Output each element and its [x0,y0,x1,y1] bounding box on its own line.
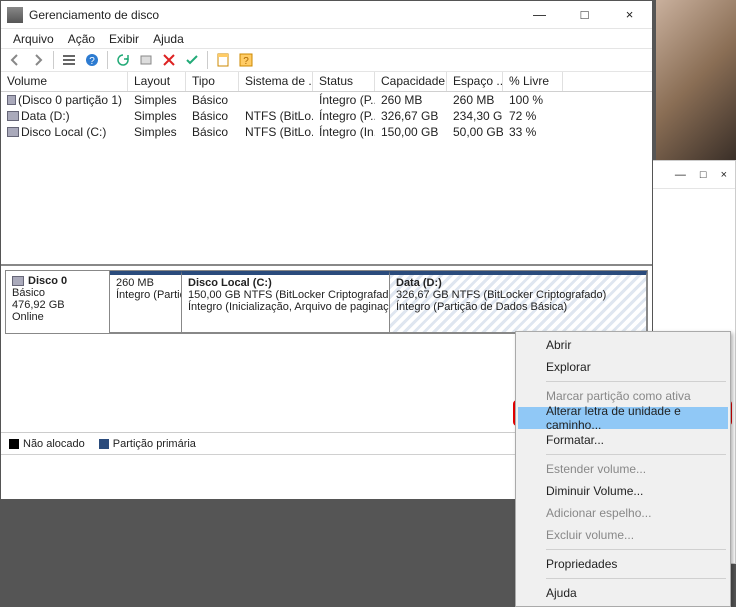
check-icon[interactable] [182,50,202,70]
col-volume[interactable]: Volume [1,72,128,91]
ctx-formatar[interactable]: Formatar... [518,429,728,451]
menu-arquivo[interactable]: Arquivo [7,31,60,47]
disk-info[interactable]: Disco 0 Básico 476,92 GB Online [6,271,110,333]
ctx-abrir[interactable]: Abrir [518,334,728,356]
toolbar: ? ? [1,48,652,72]
volume-icon [7,127,19,137]
titlebar[interactable]: Gerenciamento de disco — □ × [1,1,652,29]
menu-ajuda[interactable]: Ajuda [147,31,190,47]
ctx-alterar-letra[interactable]: Alterar letra de unidade e caminho... [518,407,728,429]
max-button[interactable]: □ [700,169,707,181]
ctx-diminuir[interactable]: Diminuir Volume... [518,480,728,502]
menubar: Arquivo Ação Exibir Ajuda [1,29,652,48]
close-button[interactable]: × [607,1,652,29]
disk-header: Disco 0 [28,275,67,287]
menu-acao[interactable]: Ação [62,31,101,47]
ctx-explorar[interactable]: Explorar [518,356,728,378]
disk-row: Disco 0 Básico 476,92 GB Online 260 MB Í… [5,270,648,334]
delete-icon[interactable] [159,50,179,70]
ctx-ajuda[interactable]: Ajuda [518,582,728,604]
properties-icon[interactable] [213,50,233,70]
disk-size: 476,92 GB [12,299,103,311]
col-espaco[interactable]: Espaço ... [447,72,503,91]
volume-list[interactable]: (Disco 0 partição 1)SimplesBásicoÍntegro… [1,92,652,264]
min-button[interactable]: — [675,169,686,181]
menu-exibir[interactable]: Exibir [103,31,145,47]
back-button[interactable] [5,50,25,70]
forward-button[interactable] [28,50,48,70]
volume-icon [7,95,16,105]
col-status[interactable]: Status [313,72,375,91]
help2-icon[interactable]: ? [236,50,256,70]
col-sistema[interactable]: Sistema de ... [239,72,313,91]
col-layout[interactable]: Layout [128,72,186,91]
volume-icon [7,111,19,121]
col-capacidade[interactable]: Capacidade [375,72,447,91]
disk-icon [12,276,24,286]
views-button[interactable] [59,50,79,70]
svg-text:?: ? [243,56,249,67]
context-menu: Abrir Explorar Marcar partição como ativ… [515,331,731,607]
disk-state: Online [12,311,103,323]
table-row[interactable]: Disco Local (C:)SimplesBásicoNTFS (BitLo… [1,124,652,140]
ctx-estender: Estender volume... [518,458,728,480]
ctx-excluir: Excluir volume... [518,524,728,546]
legend-unallocated: Não alocado [23,438,85,450]
partition-0[interactable]: 260 MB Íntegro (Partição de [110,271,182,333]
volume-list-header: Volume Layout Tipo Sistema de ... Status… [1,72,652,92]
table-row[interactable]: (Disco 0 partição 1)SimplesBásicoÍntegro… [1,92,652,108]
swatch-primary-icon [99,439,109,449]
ctx-espelho: Adicionar espelho... [518,502,728,524]
swatch-unallocated-icon [9,439,19,449]
col-livre[interactable]: % Livre [503,72,563,91]
maximize-button[interactable]: □ [562,1,607,29]
help-icon[interactable]: ? [82,50,102,70]
legend-primary: Partição primária [113,438,196,450]
ctx-propriedades[interactable]: Propriedades [518,553,728,575]
refresh-icon[interactable] [113,50,133,70]
rescan-icon[interactable] [136,50,156,70]
col-tipo[interactable]: Tipo [186,72,239,91]
table-row[interactable]: Data (D:)SimplesBásicoNTFS (BitLo...Ínte… [1,108,652,124]
svg-text:?: ? [89,56,95,67]
partition-c[interactable]: Disco Local (C:) 150,00 GB NTFS (BitLock… [182,271,390,333]
close-button[interactable]: × [721,169,727,181]
app-icon [7,7,23,23]
partition-d[interactable]: Data (D:) 326,67 GB NTFS (BitLocker Crip… [390,271,647,333]
minimize-button[interactable]: — [517,1,562,29]
window-title: Gerenciamento de disco [29,8,517,22]
disk-type: Básico [12,287,103,299]
